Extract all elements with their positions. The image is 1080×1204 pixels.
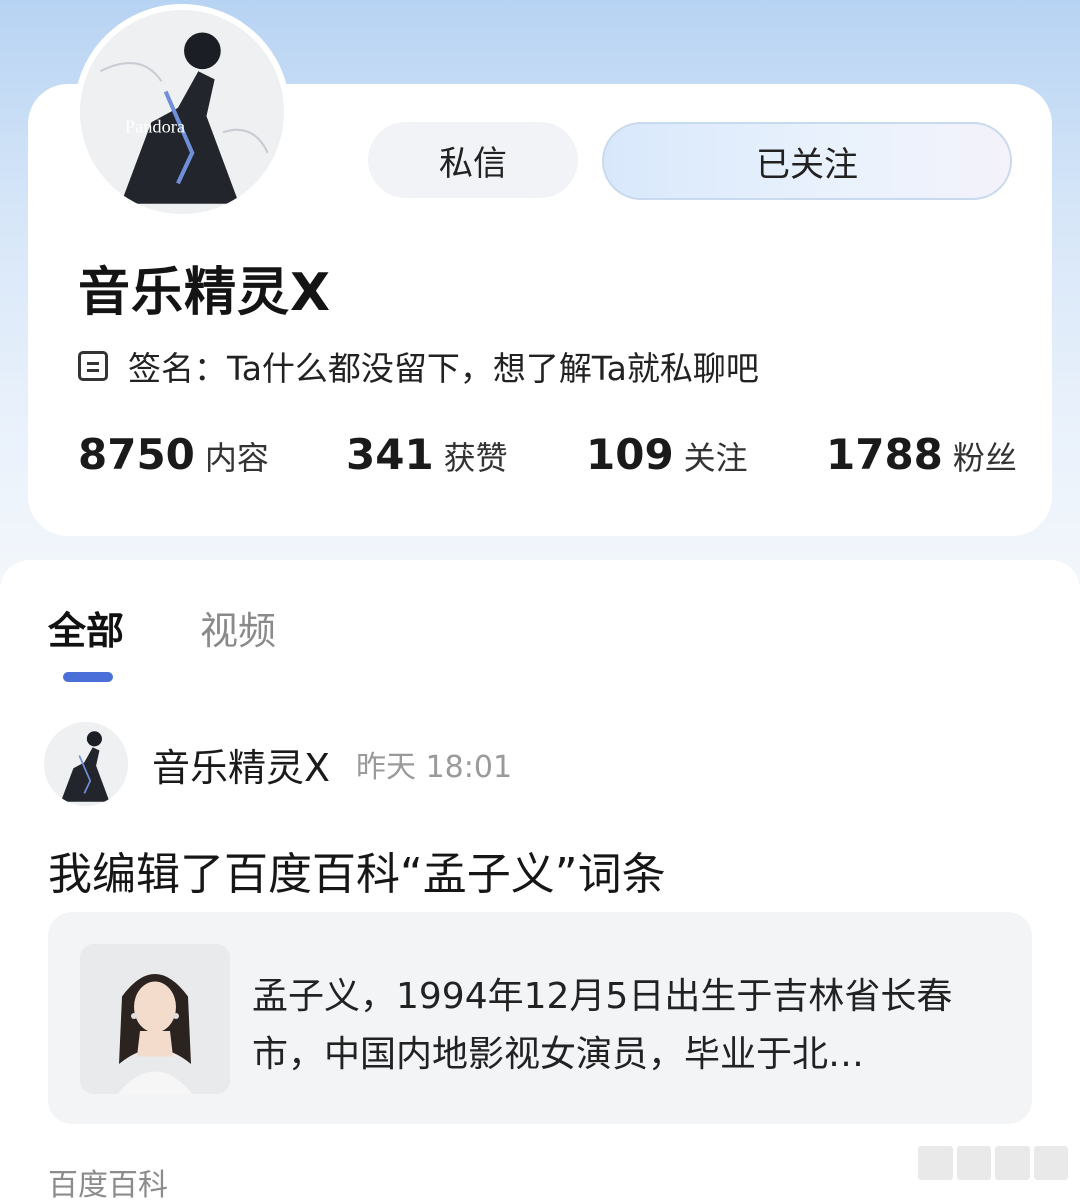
post-author-avatar[interactable] [44, 722, 128, 806]
avatar-illustration: Pandora [80, 10, 284, 214]
signature-icon [78, 351, 108, 381]
avatar-illustration-small [44, 722, 128, 806]
stat-number: 341 [346, 430, 434, 479]
stat-label: 内容 [204, 439, 269, 477]
post-title[interactable]: 我编辑了百度百科“孟子义”词条 [48, 838, 666, 902]
follow-button-label: 已关注 [756, 144, 858, 185]
stat-content[interactable]: 8750 内容 [78, 430, 269, 479]
stat-number: 8750 [78, 430, 195, 479]
profile-stats: 8750 内容 341 获赞 109 关注 1788 粉丝 [78, 430, 1028, 490]
link-summary: 孟子义，1994年12月5日出生于吉林省长春市，中国内地影视女演员，毕业于北… [252, 976, 953, 1075]
stat-following[interactable]: 109 关注 [586, 430, 748, 479]
message-button-label: 私信 [439, 143, 507, 184]
content-tabs-area [0, 560, 1080, 690]
stat-likes[interactable]: 341 获赞 [346, 430, 508, 479]
stat-label: 粉丝 [952, 439, 1017, 477]
profile-avatar[interactable]: Pandora [80, 10, 284, 214]
tab-video[interactable]: 视频 [200, 600, 276, 655]
post-header: 音乐精灵X 昨天 18:01 [44, 722, 512, 806]
profile-username: 音乐精灵X [78, 263, 332, 323]
tab-active-indicator [63, 672, 113, 682]
stat-followers[interactable]: 1788 粉丝 [826, 430, 1017, 479]
message-button[interactable]: 私信 [368, 122, 578, 198]
signature-text: 签名：Ta什么都没留下，想了解Ta就私聊吧 [128, 349, 759, 388]
link-thumbnail [80, 944, 230, 1094]
baike-link-card[interactable]: 孟子义，1994年12月5日出生于吉林省长春市，中国内地影视女演员，毕业于北… [48, 912, 1032, 1124]
profile-signature: 签名：Ta什么都没留下，想了解Ta就私聊吧 [78, 342, 759, 390]
follow-button[interactable]: 已关注 [602, 122, 1012, 200]
tab-all[interactable]: 全部 [48, 600, 124, 655]
stat-label: 获赞 [443, 439, 508, 477]
post-author-name[interactable]: 音乐精灵X [152, 737, 330, 792]
post-timestamp: 昨天 18:01 [356, 750, 513, 785]
watermark-logo [918, 1146, 1068, 1180]
stat-label: 关注 [683, 439, 748, 477]
post-source[interactable]: 百度百科 [48, 1160, 168, 1204]
stat-number: 1788 [826, 430, 943, 479]
svg-text:Pandora: Pandora [125, 116, 185, 136]
stat-number: 109 [586, 430, 674, 479]
